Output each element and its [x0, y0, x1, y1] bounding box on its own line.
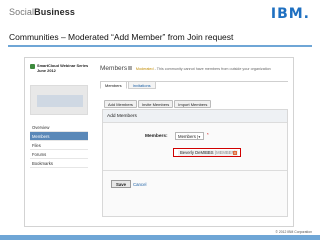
brand-wordmark: SocialBusiness: [9, 7, 75, 17]
add-members-panel: Add Members Members: Members ▾ * Beverly …: [102, 109, 288, 217]
form-actions: Save Cancel: [111, 173, 146, 188]
selected-member-highlight: Beverly DeMIBBS (MEMBER) x: [173, 148, 241, 157]
chevron-down-icon: ▾: [196, 135, 201, 140]
brand-bold-text: Business: [34, 7, 75, 17]
save-button[interactable]: Save: [111, 180, 132, 188]
ibm-logo: IBM.: [270, 6, 310, 22]
invite-members-button[interactable]: Invite Members: [137, 100, 174, 108]
community-card: SmartCloud Webinar Series June 2012: [30, 63, 92, 85]
selected-member-chip: Beverly DeMIBBS (MEMBER): [178, 150, 238, 156]
community-logo-icon: [30, 64, 35, 69]
moderation-text: - This community cannot have members fro…: [154, 67, 271, 71]
title-divider: [8, 45, 312, 47]
community-name[interactable]: SmartCloud Webinar Series June 2012: [37, 63, 95, 73]
moderated-label: Moderated: [135, 67, 154, 71]
community-image: [30, 85, 88, 115]
members-label: Members:: [145, 134, 168, 139]
copyright-text: © 2012 IBM Corporation: [275, 230, 312, 234]
add-members-title: Add Members: [103, 110, 287, 123]
nav-item-files[interactable]: Files: [30, 141, 88, 150]
form-divider: [103, 170, 287, 171]
info-icon: [128, 66, 133, 70]
remove-member-icon[interactable]: x: [233, 151, 237, 155]
nav-item-forums[interactable]: Forums: [30, 150, 88, 159]
tab-invitations[interactable]: Invitations: [127, 81, 156, 89]
nav-item-members[interactable]: Members: [30, 132, 88, 141]
brand-light-text: Social: [9, 7, 35, 17]
nav-item-overview[interactable]: Overview: [30, 123, 88, 132]
cancel-link[interactable]: Cancel: [133, 182, 146, 187]
import-members-button[interactable]: Import Members: [174, 100, 212, 108]
member-name: Beverly DeMIBBS: [180, 150, 214, 155]
add-members-button[interactable]: Add Members: [104, 100, 137, 108]
slide-title: Communities – Moderated “Add Member” fro…: [9, 32, 234, 42]
role-select-value: Members: [178, 134, 196, 139]
community-nav: Overview Members Files Forums Bookmarks: [30, 123, 88, 168]
page-title: Members: [100, 65, 128, 72]
required-marker: *: [207, 132, 209, 137]
tab-members[interactable]: Members: [100, 81, 127, 89]
tab-divider: [100, 81, 288, 82]
footer-bar: [0, 235, 320, 240]
role-select[interactable]: Members ▾: [175, 132, 204, 140]
nav-item-bookmarks[interactable]: Bookmarks: [30, 159, 88, 168]
page-heading: Members Moderated - This community canno…: [100, 65, 271, 72]
moderation-note: Moderated - This community cannot have m…: [136, 67, 271, 71]
community-screenshot: SmartCloud Webinar Series June 2012 Over…: [24, 57, 294, 227]
